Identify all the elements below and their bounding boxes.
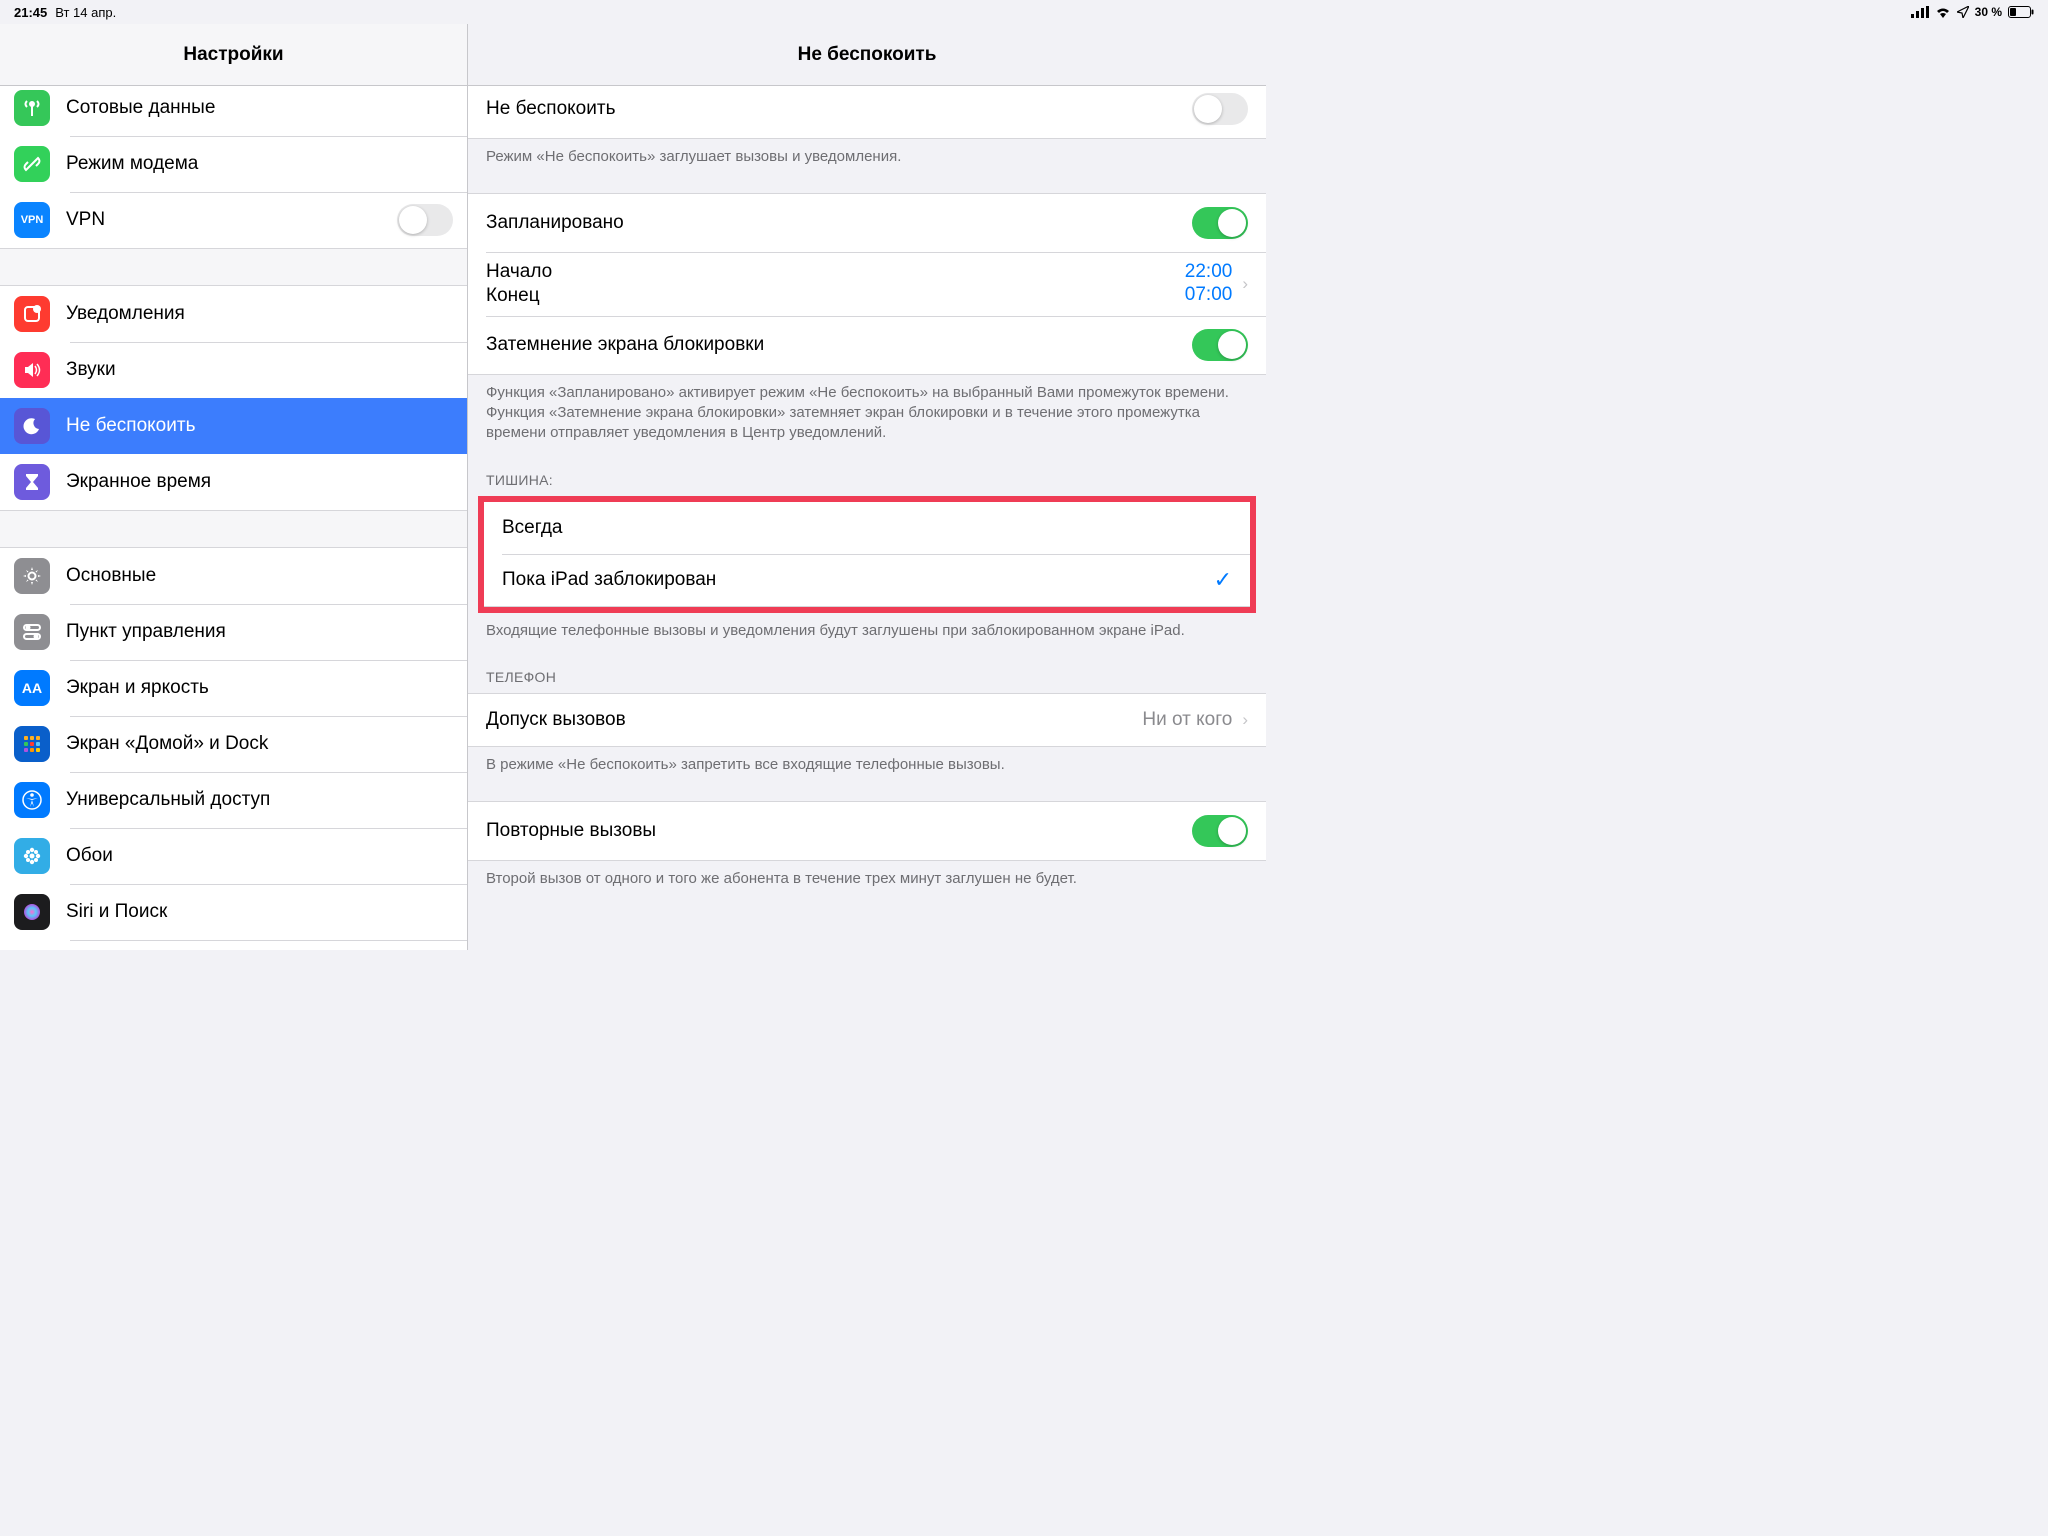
vpn-toggle[interactable] [397,204,453,236]
accessibility-icon [14,782,50,818]
allow-calls-value: Ни от кого [1142,709,1232,731]
sidebar-item-label: Обои [66,845,113,867]
wifi-icon [1935,6,1951,18]
sidebar-item-sounds[interactable]: Звуки [0,342,467,398]
schedule-from-time: 22:00 [1185,261,1233,284]
sidebar-item-label: Звуки [66,359,116,381]
sidebar-item-label: Уведомления [66,303,185,325]
status-right: 30 % [1911,5,2034,19]
dnd-toggle-row[interactable]: Не беспокоить [468,86,1266,138]
link-icon [14,146,50,182]
cellular-icon [1911,6,1929,18]
sidebar-item-label: Siri и Поиск [66,901,167,923]
sidebar-item-screentime[interactable]: Экранное время [0,454,467,510]
repeated-calls-footer: Второй вызов от одного и того же абонент… [468,861,1266,889]
repeated-calls-toggle[interactable] [1192,815,1248,847]
settings-sidebar: Настройки Сотовые данные Режим модема VP… [0,24,468,950]
checkmark-icon: ✓ [1214,567,1232,593]
sidebar-item-notifications[interactable]: Уведомления [0,286,467,342]
silence-locked-label: Пока iPad заблокирован [502,569,1214,591]
location-icon [1957,6,1969,18]
battery-icon [2008,6,2034,18]
scheduled-toggle[interactable] [1192,207,1248,239]
dnd-toggle[interactable] [1192,93,1248,125]
chevron-right-icon: › [1242,710,1248,730]
repeated-calls-label: Повторные вызовы [486,820,1192,842]
dnd-label: Не беспокоить [486,98,1192,120]
flower-icon [14,838,50,874]
schedule-to-time: 07:00 [1185,284,1233,307]
silence-always-row[interactable]: Всегда [484,502,1250,554]
sidebar-item-siri[interactable]: Siri и Поиск [0,884,467,940]
schedule-from-label: Начало [486,260,1185,284]
sidebar-item-cellular[interactable]: Сотовые данные [0,86,467,136]
status-date: Вт 14 апр. [55,5,116,20]
vpn-icon: VPN [14,202,50,238]
grid-icon [14,726,50,762]
scheduled-row[interactable]: Запланировано [468,194,1266,252]
sidebar-item-accessibility[interactable]: Универсальный доступ [0,772,467,828]
detail-title: Не беспокоить [468,24,1266,86]
moon-icon [14,408,50,444]
battery-percent: 30 % [1975,5,2002,19]
sidebar-item-general[interactable]: Основные [0,548,467,604]
sidebar-item-touchid[interactable]: Touch ID и код-пароль [0,940,467,950]
silence-locked-row[interactable]: Пока iPad заблокирован ✓ [484,554,1250,606]
sidebar-item-label: Экранное время [66,471,211,493]
siri-icon [14,894,50,930]
allow-calls-label: Допуск вызовов [486,709,1142,731]
sidebar-item-label: VPN [66,209,105,231]
scheduled-footer: Функция «Запланировано» активирует режим… [468,375,1266,444]
dim-lock-toggle[interactable] [1192,329,1248,361]
dim-lock-label: Затемнение экрана блокировки [486,334,1192,356]
status-time: 21:45 [14,5,47,20]
sidebar-item-label: Экран «Домой» и Dock [66,733,268,755]
sidebar-item-label: Основные [66,565,156,587]
repeated-calls-row[interactable]: Повторные вызовы [468,802,1266,860]
chevron-right-icon: › [1242,274,1248,294]
scheduled-label: Запланировано [486,212,1192,234]
phone-header: ТЕЛЕФОН [468,641,1266,693]
speaker-icon [14,352,50,388]
switches-icon [14,614,50,650]
sidebar-item-controlcenter[interactable]: Пункт управления [0,604,467,660]
sidebar-item-hotspot[interactable]: Режим модема [0,136,467,192]
sidebar-item-label: Режим модема [66,153,198,175]
silence-header: ТИШИНА: [468,444,1266,496]
allow-calls-footer: В режиме «Не беспокоить» запретить все в… [468,747,1266,775]
silence-always-label: Всегда [502,517,1232,539]
dim-lock-row[interactable]: Затемнение экрана блокировки [468,316,1266,374]
sidebar-item-display[interactable]: AA Экран и яркость [0,660,467,716]
sidebar-item-label: Универсальный доступ [66,789,270,811]
dnd-footer: Режим «Не беспокоить» заглушает вызовы и… [468,139,1266,167]
status-bar: 21:45 Вт 14 апр. 30 % [0,0,2048,24]
sidebar-item-wallpaper[interactable]: Обои [0,828,467,884]
sidebar-item-label: Пункт управления [66,621,226,643]
sidebar-item-home[interactable]: Экран «Домой» и Dock [0,716,467,772]
antenna-icon [14,90,50,126]
textsize-icon: AA [14,670,50,706]
schedule-time-row[interactable]: Начало Конец 22:00 07:00 › [468,252,1266,316]
annotation-highlight: Всегда Пока iPad заблокирован ✓ [478,496,1256,613]
hourglass-icon [14,464,50,500]
sidebar-item-label: Сотовые данные [66,97,215,119]
sidebar-item-vpn[interactable]: VPN VPN [0,192,467,248]
allow-calls-row[interactable]: Допуск вызовов Ни от кого › [468,694,1266,746]
sidebar-item-label: Не беспокоить [66,415,195,437]
gear-icon [14,558,50,594]
sidebar-title: Настройки [0,24,467,86]
detail-pane: Не беспокоить Не беспокоить Режим «Не бе… [468,24,1266,950]
schedule-to-label: Конец [486,284,1185,308]
silence-footer: Входящие телефонные вызовы и уведомления… [468,613,1266,641]
sidebar-item-dnd[interactable]: Не беспокоить [0,398,467,454]
notifications-icon [14,296,50,332]
sidebar-item-label: Экран и яркость [66,677,209,699]
